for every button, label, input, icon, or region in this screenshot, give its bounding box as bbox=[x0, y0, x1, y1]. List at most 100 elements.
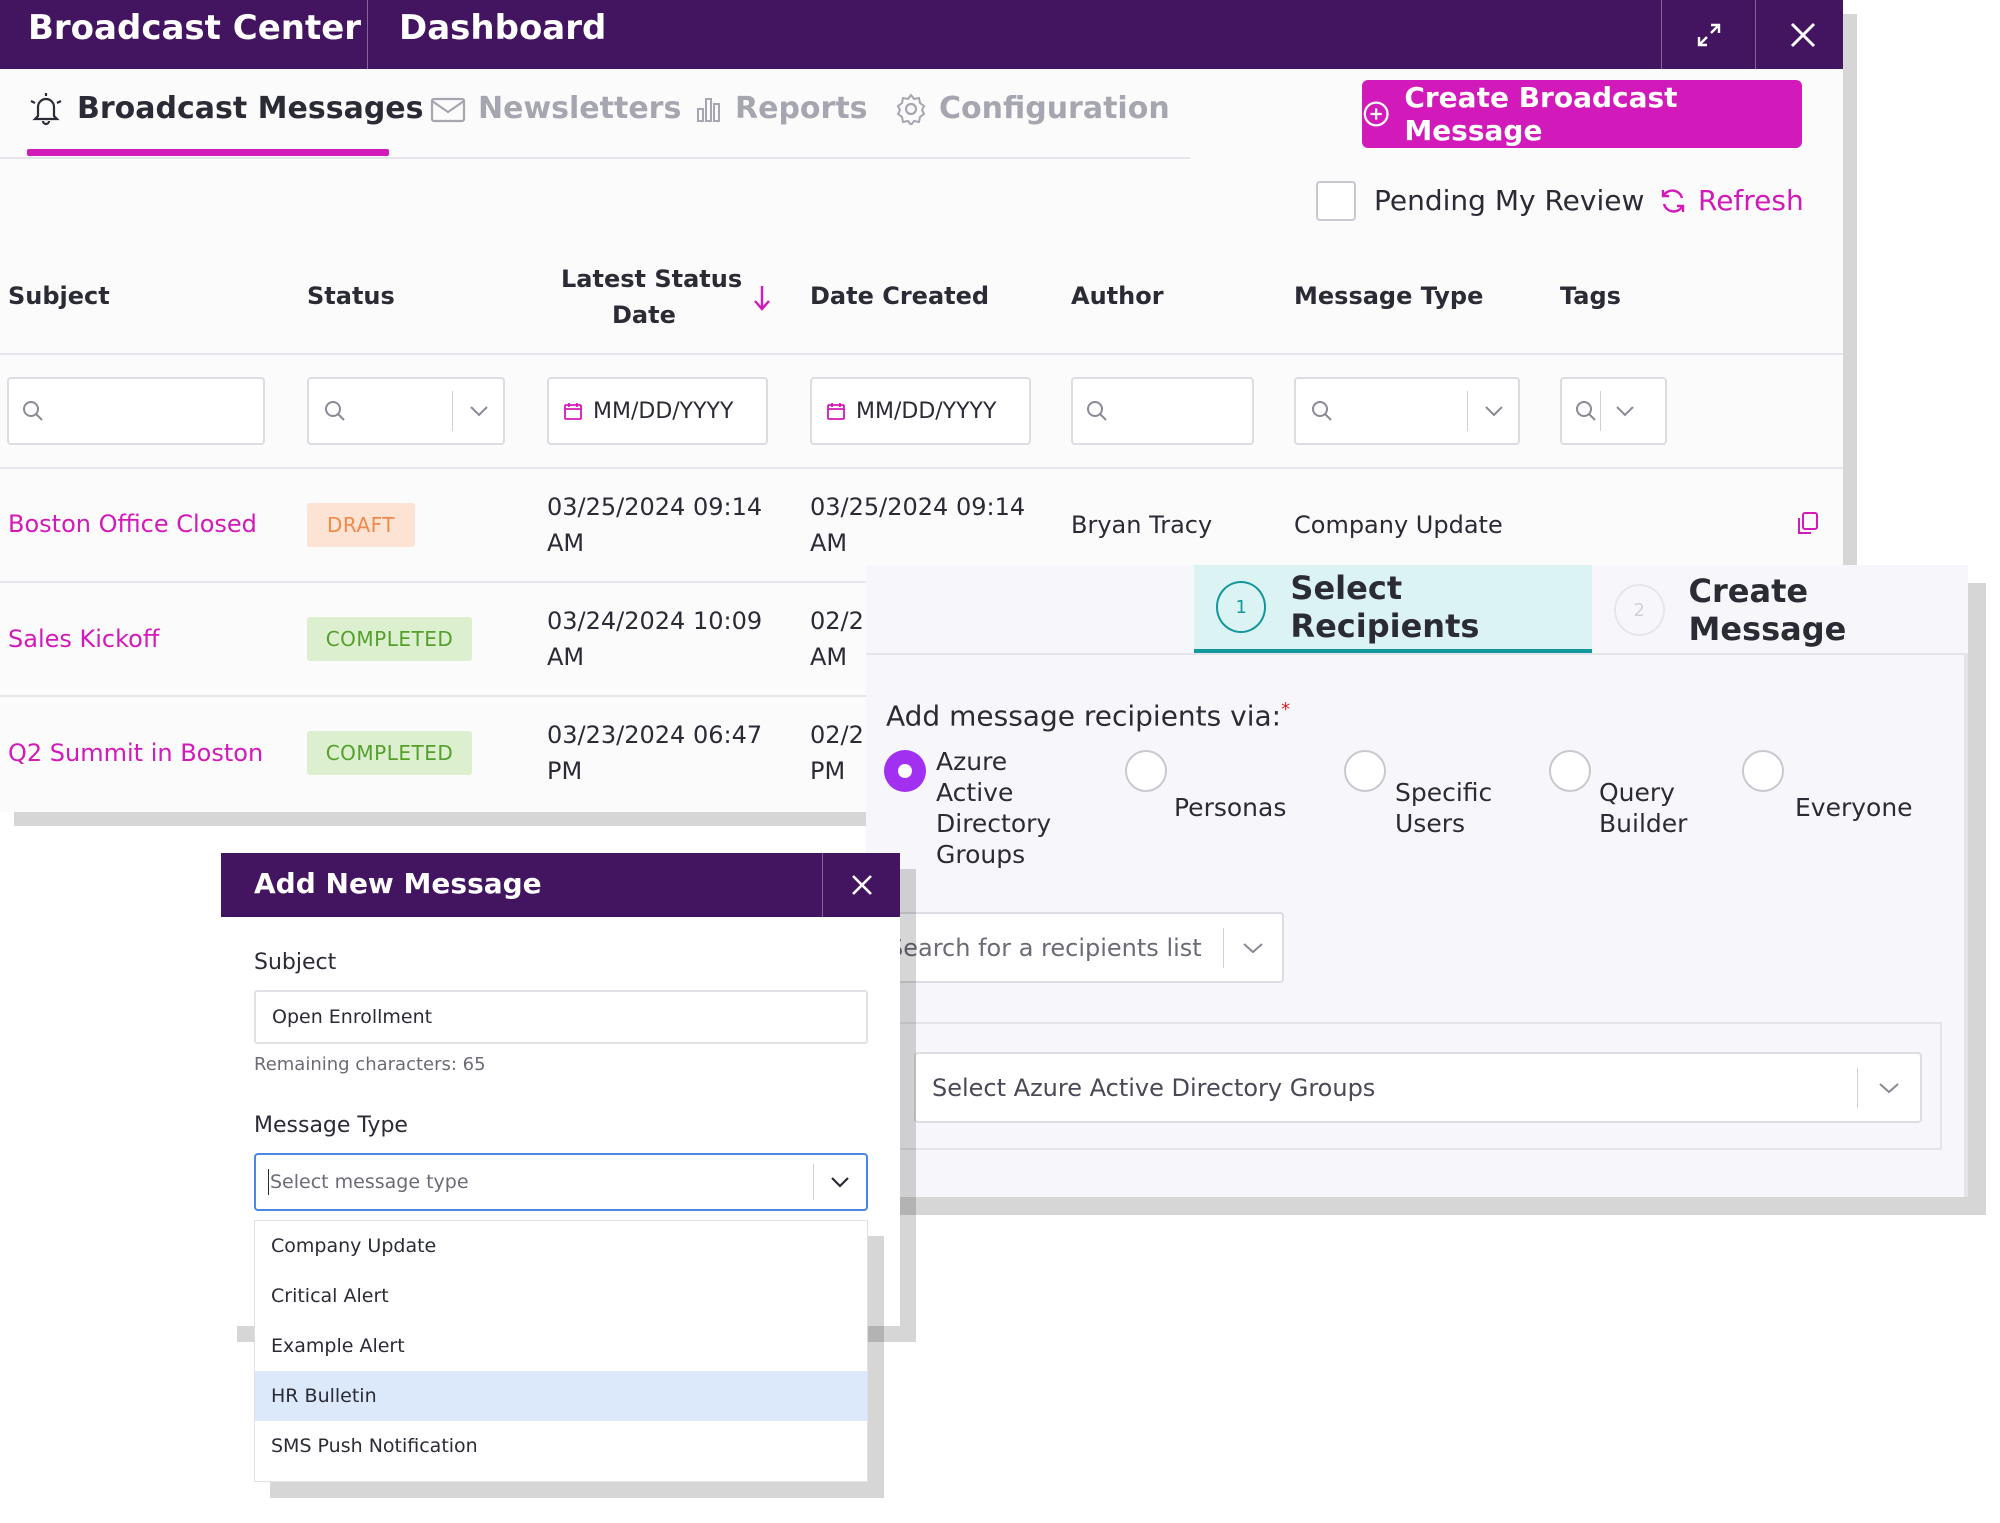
remaining-characters: Remaining characters: 65 bbox=[254, 1054, 486, 1075]
column-header-message-type[interactable]: Message Type bbox=[1294, 278, 1483, 314]
sort-descending-icon[interactable] bbox=[752, 284, 772, 312]
dropdown-option[interactable]: Company Update bbox=[255, 1221, 867, 1271]
row-divider bbox=[0, 695, 866, 697]
close-dialog-button[interactable] bbox=[824, 853, 900, 917]
radio-everyone[interactable] bbox=[1742, 750, 1784, 792]
app-title: Broadcast Center bbox=[28, 8, 362, 48]
date-created-time: PM bbox=[810, 757, 846, 785]
step-number: 2 bbox=[1614, 584, 1665, 636]
message-type-select[interactable]: Select message type bbox=[254, 1153, 868, 1211]
dropdown-option[interactable]: Example Alert bbox=[255, 1321, 867, 1371]
column-header-date-created[interactable]: Date Created bbox=[810, 278, 989, 314]
close-window-button[interactable] bbox=[1757, 0, 1843, 69]
option-label: Everyone bbox=[1795, 793, 1913, 822]
tab-broadcast-messages[interactable]: Broadcast Messages bbox=[27, 91, 424, 126]
azure-ad-groups-select[interactable]: Select Azure Active Directory Groups bbox=[914, 1052, 1922, 1123]
status-filter-select[interactable] bbox=[307, 377, 505, 445]
search-icon bbox=[23, 401, 43, 421]
dropdown-option-highlighted[interactable]: HR Bulletin bbox=[255, 1371, 867, 1421]
title-separator bbox=[1755, 0, 1756, 69]
column-header-subject[interactable]: Subject bbox=[8, 278, 110, 314]
chevron-down-icon bbox=[831, 1177, 849, 1188]
subject-label: Subject bbox=[254, 950, 337, 975]
steps-divider bbox=[866, 653, 1968, 655]
latest-status-date-filter[interactable]: MM/DD/YYYY bbox=[547, 377, 768, 445]
tab-label: Newsletters bbox=[478, 91, 682, 126]
tab-newsletters[interactable]: Newsletters bbox=[430, 91, 681, 126]
date-created: 03/25/2024 09:14 bbox=[810, 493, 1026, 521]
subject-filter-input[interactable] bbox=[7, 377, 265, 445]
tab-configuration[interactable]: Configuration bbox=[895, 91, 1170, 126]
main-tabs: Broadcast Messages Newsletters Reports C… bbox=[0, 69, 1190, 159]
option-label: Specific Users bbox=[1395, 777, 1492, 839]
step-create-message[interactable]: 2 Create Message bbox=[1592, 565, 1968, 655]
title-bar: Broadcast Center Dashboard bbox=[0, 0, 1843, 69]
tab-label: Broadcast Messages bbox=[77, 91, 424, 126]
tab-label: Configuration bbox=[939, 91, 1170, 126]
option-label-line: Groups bbox=[936, 840, 1026, 869]
row-subject-link[interactable]: Boston Office Closed bbox=[8, 506, 257, 542]
refresh-button[interactable]: Refresh bbox=[1658, 184, 1804, 217]
option-label: Personas bbox=[1174, 793, 1287, 822]
message-type-dropdown: Company Update Critical Alert Example Al… bbox=[254, 1220, 868, 1482]
tab-reports[interactable]: Reports bbox=[695, 91, 868, 126]
active-tab-indicator bbox=[27, 149, 389, 156]
radio-query-builder[interactable] bbox=[1549, 750, 1591, 792]
recipients-list-search[interactable]: Search for a recipients list bbox=[884, 912, 1284, 983]
option-label-line: Specific bbox=[1395, 778, 1493, 807]
option-label-line: Active bbox=[936, 778, 1014, 807]
chevron-down-icon bbox=[1879, 1082, 1899, 1093]
author-filter-input[interactable] bbox=[1071, 377, 1254, 445]
expand-button[interactable] bbox=[1663, 0, 1755, 69]
latest-status-time: AM bbox=[547, 529, 585, 557]
date-created-filter[interactable]: MM/DD/YYYY bbox=[810, 377, 1031, 445]
option-label-line: Query bbox=[1599, 778, 1675, 807]
dropdown-option[interactable]: SMS Push Notification bbox=[255, 1421, 867, 1471]
radio-azure-ad-groups[interactable] bbox=[884, 750, 926, 792]
column-header-status[interactable]: Status bbox=[307, 278, 395, 314]
title-separator bbox=[1661, 0, 1662, 69]
latest-status-date: 03/25/2024 09:14 bbox=[547, 493, 763, 521]
header-divider bbox=[0, 353, 1843, 355]
bar-chart-icon bbox=[697, 97, 720, 122]
status-badge: COMPLETED bbox=[307, 731, 472, 775]
date-placeholder: MM/DD/YYYY bbox=[856, 398, 997, 424]
bell-icon bbox=[30, 92, 62, 125]
tags-filter-select[interactable] bbox=[1560, 377, 1667, 445]
author: Bryan Tracy bbox=[1071, 511, 1213, 539]
subject-input[interactable]: Open Enrollment bbox=[254, 990, 868, 1044]
radio-personas[interactable] bbox=[1125, 750, 1167, 792]
calendar-icon bbox=[827, 403, 845, 420]
pending-review-checkbox[interactable] bbox=[1316, 181, 1356, 221]
create-button-label: Create Broadcast Message bbox=[1404, 81, 1678, 147]
step-select-recipients[interactable]: 1 Select Recipients bbox=[1194, 565, 1592, 655]
option-label: Query Builder bbox=[1599, 777, 1687, 839]
message-type: Company Update bbox=[1294, 511, 1503, 539]
chevron-down-icon bbox=[1243, 942, 1263, 953]
dropdown-option[interactable]: Critical Alert bbox=[255, 1271, 867, 1321]
column-header-author[interactable]: Author bbox=[1071, 278, 1164, 314]
subject-value: Open Enrollment bbox=[272, 1006, 433, 1028]
option-label-line: Users bbox=[1395, 809, 1466, 838]
gear-icon bbox=[896, 92, 926, 125]
column-header-tags[interactable]: Tags bbox=[1560, 278, 1621, 314]
message-type-label: Message Type bbox=[254, 1113, 408, 1138]
date-placeholder: MM/DD/YYYY bbox=[593, 398, 734, 424]
radio-specific-users[interactable] bbox=[1344, 750, 1386, 792]
search-placeholder: Search for a recipients list bbox=[888, 933, 1202, 962]
copy-icon[interactable] bbox=[1795, 511, 1819, 537]
date-created: 02/2 bbox=[810, 721, 864, 749]
chevron-down-icon bbox=[1616, 406, 1634, 417]
date-created-time: AM bbox=[810, 643, 848, 671]
title-separator bbox=[367, 0, 368, 69]
row-subject-link[interactable]: Q2 Summit in Boston bbox=[8, 735, 263, 771]
row-subject-link[interactable]: Sales Kickoff bbox=[8, 621, 159, 657]
column-header-latest-status-date[interactable]: Latest Status bbox=[561, 261, 742, 297]
message-type-filter-select[interactable] bbox=[1294, 377, 1520, 445]
latest-status-date: 03/23/2024 06:47 bbox=[547, 721, 763, 749]
create-broadcast-message-button[interactable]: Create Broadcast Message bbox=[1362, 80, 1802, 148]
latest-status-time: AM bbox=[547, 643, 585, 671]
search-icon bbox=[1576, 401, 1596, 421]
latest-status-time: PM bbox=[547, 757, 583, 785]
filter-divider bbox=[0, 467, 1843, 469]
